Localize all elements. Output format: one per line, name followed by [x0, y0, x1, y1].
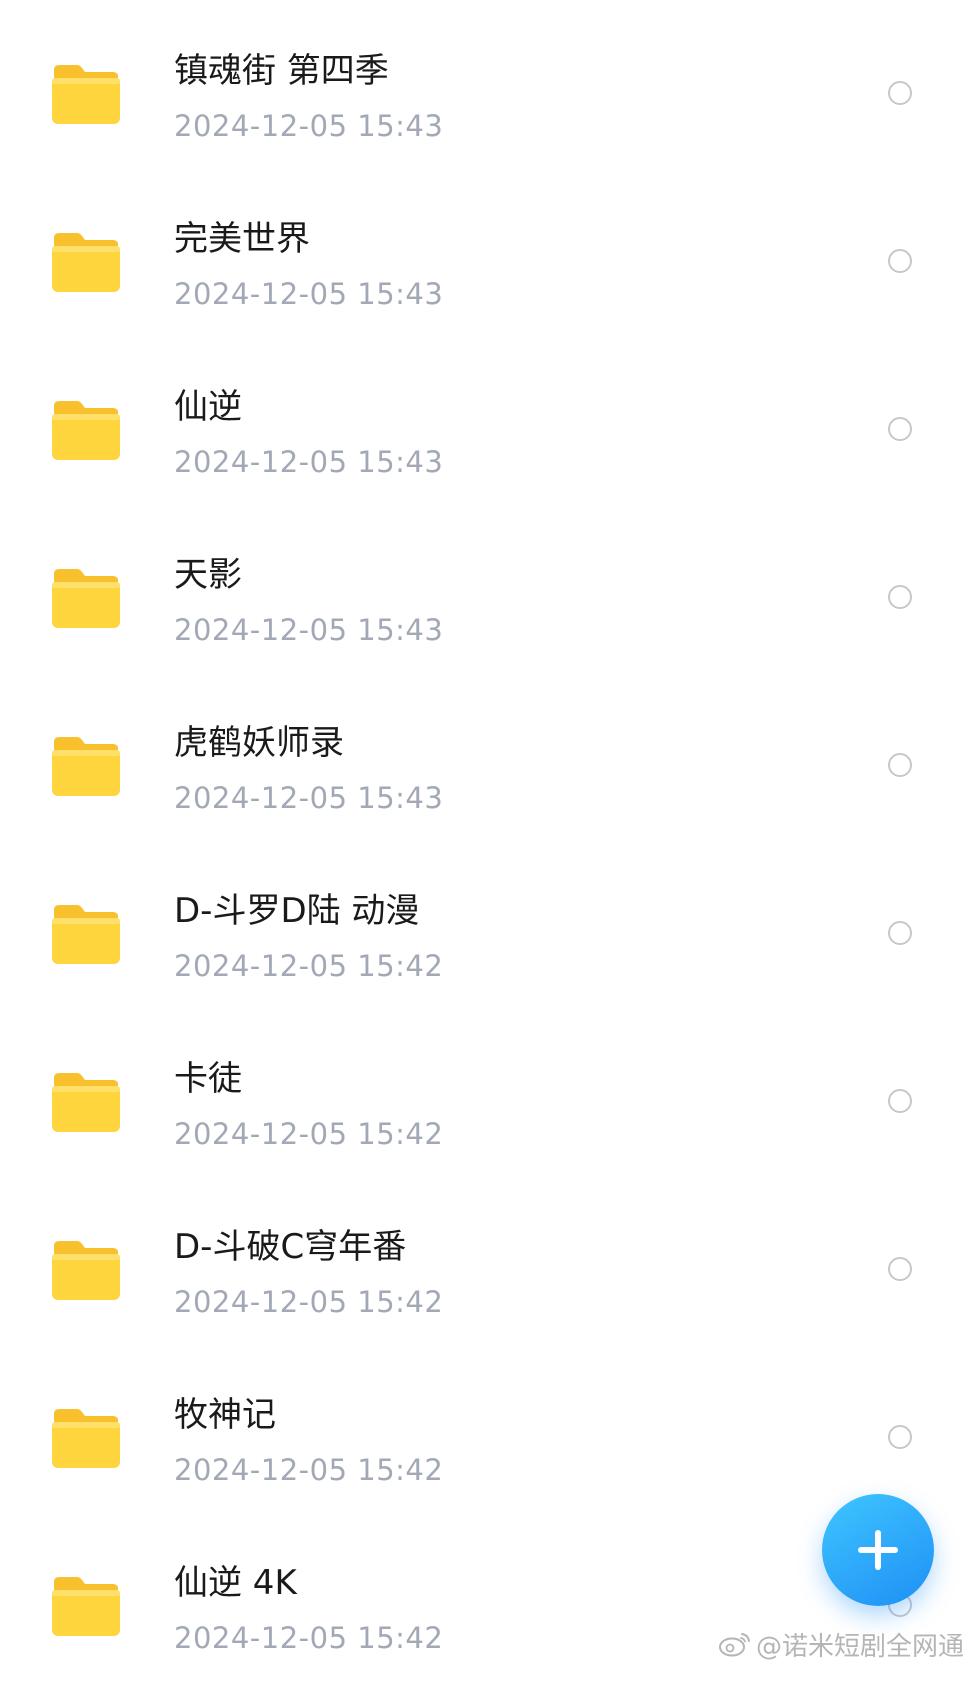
- folder-icon: [50, 1238, 122, 1302]
- folder-icon: [50, 902, 122, 966]
- folder-modified-date: 2024-12-05 15:42: [174, 1453, 444, 1487]
- watermark-text: @诺米短剧全网通: [756, 1631, 965, 1662]
- folder-icon: [50, 62, 122, 126]
- folder-name: 天影: [174, 555, 242, 595]
- folder-row[interactable]: 牧神记 2024-12-05 15:42: [0, 1354, 970, 1522]
- folder-icon: [50, 566, 122, 630]
- folder-row[interactable]: 天影 2024-12-05 15:43: [0, 514, 970, 682]
- file-list: 镇魂街 第四季 2024-12-05 15:43 完美世界 2024-12-05…: [0, 10, 970, 1690]
- radio-circle-icon[interactable]: [888, 1257, 912, 1281]
- folder-name: 仙逆: [174, 387, 242, 427]
- folder-row[interactable]: 虎鹤妖师录 2024-12-05 15:43: [0, 682, 970, 850]
- folder-name: 牧神记: [174, 1395, 276, 1435]
- folder-icon: [50, 734, 122, 798]
- weibo-icon: [719, 1633, 750, 1657]
- radio-circle-icon[interactable]: [888, 1089, 912, 1113]
- folder-modified-date: 2024-12-05 15:43: [174, 781, 444, 815]
- folder-row[interactable]: D-斗罗D陆 动漫 2024-12-05 15:42: [0, 850, 970, 1018]
- add-button[interactable]: [822, 1494, 934, 1606]
- radio-circle-icon[interactable]: [888, 417, 912, 441]
- folder-name: 卡徒: [174, 1059, 242, 1099]
- folder-icon: [50, 398, 122, 462]
- folder-modified-date: 2024-12-05 15:42: [174, 949, 444, 983]
- radio-circle-icon[interactable]: [888, 921, 912, 945]
- plus-icon-vertical: [875, 1530, 881, 1570]
- folder-row[interactable]: 完美世界 2024-12-05 15:43: [0, 178, 970, 346]
- radio-circle-icon[interactable]: [888, 753, 912, 777]
- folder-icon: [50, 1574, 122, 1638]
- folder-modified-date: 2024-12-05 15:43: [174, 613, 444, 647]
- folder-name: D-斗破C穹年番: [174, 1227, 407, 1267]
- folder-icon: [50, 230, 122, 294]
- folder-icon: [50, 1070, 122, 1134]
- folder-modified-date: 2024-12-05 15:42: [174, 1621, 444, 1655]
- watermark: @诺米短剧全网通: [718, 1626, 964, 1662]
- folder-row[interactable]: 仙逆 2024-12-05 15:43: [0, 346, 970, 514]
- folder-row[interactable]: D-斗破C穹年番 2024-12-05 15:42: [0, 1186, 970, 1354]
- folder-modified-date: 2024-12-05 15:42: [174, 1117, 444, 1151]
- folder-modified-date: 2024-12-05 15:43: [174, 109, 444, 143]
- folder-modified-date: 2024-12-05 15:43: [174, 445, 444, 479]
- radio-circle-icon[interactable]: [888, 249, 912, 273]
- folder-row[interactable]: 卡徒 2024-12-05 15:42: [0, 1018, 970, 1186]
- folder-name: 镇魂街 第四季: [174, 51, 389, 91]
- folder-name: D-斗罗D陆 动漫: [174, 891, 420, 931]
- radio-circle-icon[interactable]: [888, 1425, 912, 1449]
- radio-circle-icon[interactable]: [888, 81, 912, 105]
- folder-icon: [50, 1406, 122, 1470]
- radio-circle-icon[interactable]: [888, 585, 912, 609]
- folder-modified-date: 2024-12-05 15:42: [174, 1285, 444, 1319]
- folder-modified-date: 2024-12-05 15:43: [174, 277, 444, 311]
- folder-name: 仙逆 4K: [174, 1563, 297, 1603]
- folder-name: 虎鹤妖师录: [174, 723, 344, 763]
- folder-name: 完美世界: [174, 219, 310, 259]
- folder-row[interactable]: 镇魂街 第四季 2024-12-05 15:43: [0, 10, 970, 178]
